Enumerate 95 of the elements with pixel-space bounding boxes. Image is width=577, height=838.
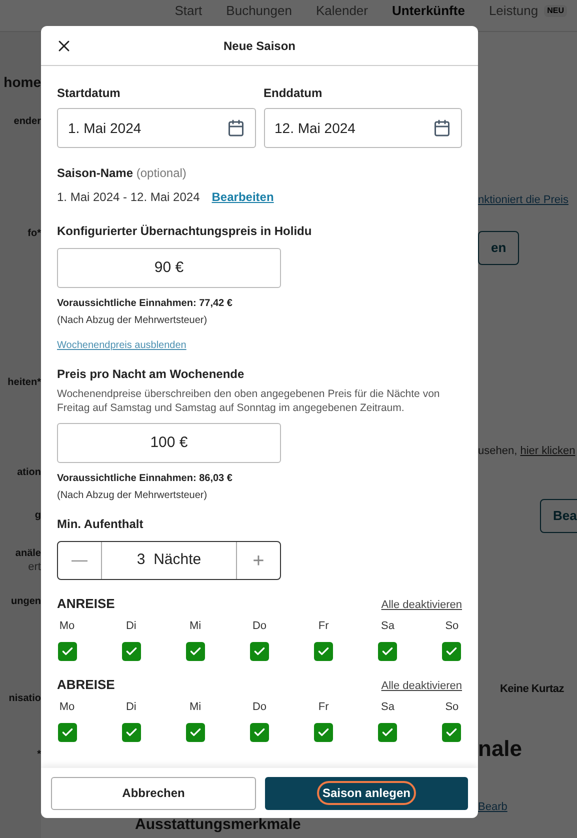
check-icon	[317, 726, 330, 739]
date-field[interactable]: 12. Mai 2024	[264, 108, 462, 148]
section-heading: nale	[478, 734, 522, 762]
check-icon	[60, 645, 74, 658]
check-icon	[381, 726, 394, 739]
day-checkbox[interactable]	[314, 723, 334, 742]
day-label: Sa	[381, 618, 395, 634]
day-label: Do	[252, 700, 266, 714]
field-label: Startdatum	[57, 85, 122, 102]
page-link[interactable]: Bearb	[478, 798, 508, 815]
day-label: Mi	[190, 700, 202, 714]
field-label: Min. Aufenthalt	[57, 516, 144, 533]
page-text: nisatio	[8, 692, 41, 706]
day-checkbox[interactable]	[58, 723, 76, 742]
season-name-text: 1. Mai 2024 - 12. Mai 2024	[57, 189, 200, 206]
day-checkbox[interactable]	[58, 642, 76, 661]
day-checkbox[interactable]	[122, 723, 141, 742]
weekend-price-field[interactable]: 100 €	[57, 423, 281, 463]
page-text: ation	[17, 467, 41, 480]
deactivate-all-link[interactable]: Alle deaktivieren	[381, 597, 462, 614]
check-icon	[188, 645, 202, 658]
page-text: ungen	[11, 596, 41, 609]
check-icon	[317, 645, 330, 658]
calendar-icon	[433, 119, 451, 137]
field-label: Enddatum	[264, 85, 324, 102]
page-link[interactable]: hier klicken	[520, 444, 576, 456]
check-icon	[124, 726, 138, 739]
day-label: So	[445, 618, 459, 634]
increment-button[interactable]: +	[236, 542, 280, 579]
check-icon	[252, 645, 266, 658]
check-icon	[445, 645, 458, 658]
day-label: Sa	[381, 700, 395, 714]
day-checkbox[interactable]	[442, 723, 462, 742]
day-checkbox[interactable]	[186, 642, 205, 661]
day-checkbox[interactable]	[122, 642, 141, 661]
page-text: Keine Kurtaz	[499, 682, 564, 697]
day-label: Di	[126, 700, 136, 714]
deactivate-all-link[interactable]: Alle deaktivieren	[381, 678, 462, 694]
revenue-text: Voraussichtliche Einnahmen: 86,03 €	[57, 472, 234, 486]
day-label: Do	[252, 618, 266, 634]
weekend-price-link[interactable]: Wochenendpreis ausblenden	[57, 338, 186, 353]
tax-note: (Nach Abzug der Mehrwertsteuer)	[57, 489, 208, 503]
cancel-button[interactable]: Abbrechen	[51, 776, 256, 810]
edit-button[interactable]: Bea	[540, 499, 577, 533]
day-checkbox[interactable]	[378, 642, 398, 661]
check-icon	[445, 726, 458, 739]
stepper-value: 3 Nächte	[136, 550, 202, 570]
day-checkbox[interactable]	[378, 723, 398, 742]
page-text: ert	[28, 560, 41, 574]
page-text: *	[37, 749, 41, 762]
weekend-description: Wochenendpreise überschreiben den oben angegebenen Preis für die Nächte von Freitag auf Samstag und Samstag auf Sonntag im angegebenen Zeitraum.	[57, 387, 441, 415]
page-text: home	[4, 74, 41, 92]
dialog-title: Neue Saison	[223, 38, 296, 54]
price-field[interactable]: 90 €	[57, 248, 281, 288]
day-label: Fr	[318, 700, 329, 714]
day-checkbox[interactable]	[442, 642, 462, 661]
day-label: So	[445, 700, 459, 714]
page-text: anäle	[15, 548, 41, 560]
tax-note: (Nach Abzug der Mehrwertsteuer)	[57, 314, 208, 328]
field-label: Preis pro Nacht am Wochenende	[57, 366, 246, 383]
day-label: Fr	[318, 618, 329, 634]
edit-link[interactable]: Bearbeiten	[212, 188, 274, 206]
edit-button[interactable]: en	[478, 230, 520, 264]
revenue-text: Voraussichtliche Einnahmen: 77,42 €	[57, 297, 234, 311]
check-icon	[252, 726, 266, 739]
min-stay-stepper[interactable]: — 3 Nächte +	[57, 541, 281, 580]
day-checkbox[interactable]	[250, 723, 269, 742]
nav-tab[interactable]: Leistung	[488, 1, 538, 32]
create-season-button[interactable]: Saison anlegen	[265, 776, 468, 810]
day-checkbox[interactable]	[250, 642, 269, 661]
group-title: ANREISE	[57, 595, 115, 613]
day-label: Mo	[59, 618, 75, 634]
day-label: Mi	[190, 618, 202, 634]
day-checkbox[interactable]	[186, 723, 205, 742]
page-text: fo*	[28, 228, 41, 240]
page-link[interactable]: nktioniert die Preis	[478, 192, 568, 208]
field-label: Saison-Name (optional)	[57, 166, 186, 180]
day-checkbox[interactable]	[314, 642, 334, 661]
calendar-icon	[226, 119, 244, 137]
check-icon	[60, 726, 74, 739]
page-text: g	[34, 510, 41, 522]
page-text: usehen, hier klicken	[478, 444, 576, 458]
date-field[interactable]: 1. Mai 2024	[57, 108, 256, 148]
day-label: Mo	[59, 700, 75, 714]
check-icon	[188, 726, 202, 739]
group-title: ABREISE	[57, 676, 115, 694]
check-icon	[124, 645, 138, 658]
new-badge: NEU	[544, 4, 567, 16]
page-text: heiten*	[8, 376, 41, 389]
day-label: Di	[126, 618, 136, 634]
section-title: Ausstattungsmerkmale	[135, 814, 302, 834]
check-icon	[381, 645, 394, 658]
field-label: Konfigurierter Übernachtungspreis in Holidu	[57, 223, 313, 240]
page-text: ender	[14, 116, 41, 128]
decrement-button[interactable]: —	[58, 542, 102, 579]
